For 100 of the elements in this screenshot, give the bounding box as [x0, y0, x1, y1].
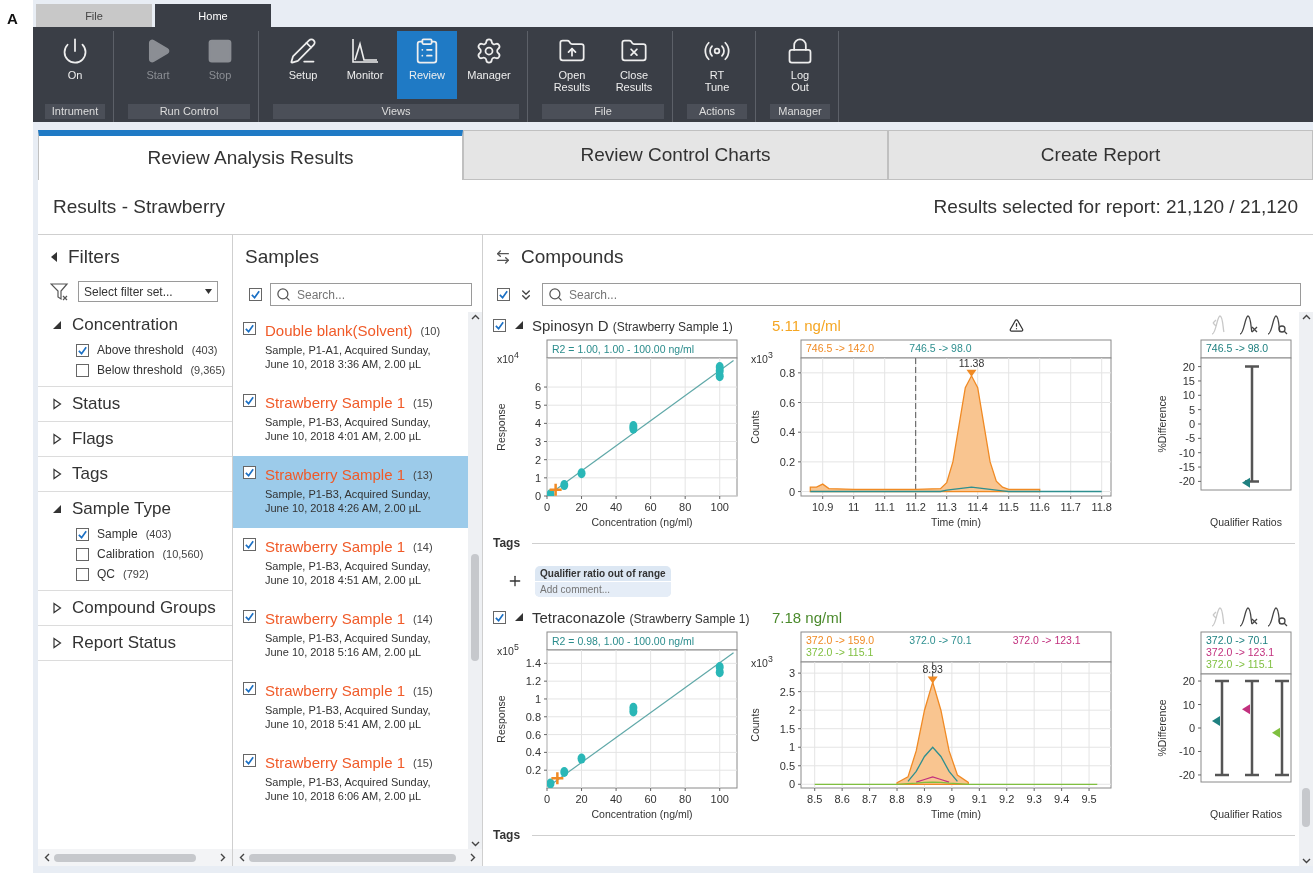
filter-section-header[interactable]: Status: [52, 394, 121, 414]
sample-list-item[interactable]: Strawberry Sample 1 (15) Sample, P1-B3, Acquired Sunday, June 10, 2018 4:01 AM, 2.00 µL: [233, 384, 468, 456]
scrollbar[interactable]: [468, 312, 482, 849]
checkbox[interactable]: [249, 288, 262, 301]
ribbon-tab[interactable]: File: [36, 4, 152, 27]
filter-section-header[interactable]: Concentration: [52, 315, 178, 335]
group-label: Manager: [770, 104, 830, 119]
data-point: [715, 661, 724, 672]
sample-list-item[interactable]: Strawberry Sample 1 (15) Sample, P1-B3, Acquired Sunday, June 10, 2018 6:06 AM, 2.00 µL: [233, 744, 468, 816]
expanded-triangle-icon[interactable]: [514, 320, 524, 330]
checkbox[interactable]: [76, 363, 89, 377]
scroll-down-icon[interactable]: [470, 841, 480, 847]
add-icon[interactable]: [507, 573, 523, 589]
checkbox[interactable]: [243, 682, 256, 695]
collapsed-triangle-icon[interactable]: [52, 398, 62, 410]
checkbox[interactable]: [76, 343, 89, 357]
ribbon-button[interactable]: Monitor: [335, 31, 395, 99]
scroll-right-icon[interactable]: [220, 853, 226, 862]
main-tab[interactable]: Create Report: [888, 130, 1313, 180]
collapsed-triangle-icon[interactable]: [52, 433, 62, 445]
sample-list-item[interactable]: Strawberry Sample 1 (15) Sample, P1-B3, Acquired Sunday, June 10, 2018 5:41 AM, 2.00 µL: [233, 672, 468, 744]
ribbon-button[interactable]: Manager: [459, 31, 519, 99]
legend-label: 372.0 -> 159.0: [806, 634, 874, 646]
ribbon-button[interactable]: Setup: [273, 31, 333, 99]
expanded-triangle-icon[interactable]: [52, 504, 62, 514]
filter-set-dropdown[interactable]: Select filter set...: [78, 281, 218, 302]
expanded-triangle-icon[interactable]: [52, 320, 62, 330]
main-tab[interactable]: Review Analysis Results: [38, 130, 463, 180]
tick-label: 0.4: [525, 746, 541, 759]
filter-section-header[interactable]: Report Status: [52, 633, 176, 653]
checkbox[interactable]: [243, 466, 256, 479]
filter-clear-icon[interactable]: [50, 281, 70, 302]
checkbox[interactable]: [243, 754, 256, 767]
swap-icon[interactable]: [495, 249, 511, 265]
filter-section-header[interactable]: Flags: [52, 429, 114, 449]
concentration-value: 7.18 ng/ml: [772, 608, 843, 626]
scroll-left-icon[interactable]: [44, 853, 50, 862]
option-label: Sample: [97, 527, 138, 541]
scrollbar[interactable]: [38, 849, 232, 866]
sample-list-item[interactable]: Strawberry Sample 1 (14) Sample, P1-B3, Acquired Sunday, June 10, 2018 4:51 AM, 2.00 µL: [233, 528, 468, 600]
tick-label: 0.8: [779, 366, 795, 379]
scroll-thumb[interactable]: [1302, 788, 1310, 828]
checkbox[interactable]: [243, 538, 256, 551]
collapsed-triangle-icon[interactable]: [52, 468, 62, 480]
ribbon-button[interactable]: Review: [397, 31, 457, 99]
scrollbar[interactable]: [233, 849, 482, 866]
scroll-left-icon[interactable]: [239, 853, 245, 862]
peak-search-icon[interactable]: [1267, 314, 1289, 336]
checkbox[interactable]: [76, 527, 89, 541]
comment-field[interactable]: Add comment...: [535, 580, 671, 597]
scroll-thumb[interactable]: [54, 853, 196, 862]
filter-section-header[interactable]: Tags: [52, 464, 108, 484]
peak-marker: [927, 676, 938, 684]
legend-label: 746.5 -> 142.0: [806, 342, 874, 354]
power-icon: [61, 37, 89, 65]
sample-list-item[interactable]: Strawberry Sample 1 (14) Sample, P1-B3, Acquired Sunday, June 10, 2018 5:16 AM, 2.00 µL: [233, 600, 468, 672]
tick-label: 11.6: [1029, 501, 1050, 513]
collapse-arrow-icon[interactable]: [50, 251, 58, 263]
scroll-right-icon[interactable]: [470, 853, 476, 862]
checkbox[interactable]: [243, 394, 256, 407]
collapsed-triangle-icon[interactable]: [52, 602, 62, 614]
search-field[interactable]: Search...: [542, 283, 1301, 306]
filter-section-header[interactable]: Compound Groups: [52, 598, 216, 618]
filter-section-header[interactable]: Sample Type: [52, 499, 171, 519]
checkbox[interactable]: [497, 288, 510, 301]
sample-count: (15): [413, 756, 433, 769]
ribbon-button[interactable]: Log Out: [770, 31, 830, 99]
legend-label: 746.5 -> 98.0: [1206, 342, 1269, 354]
peak-search-icon[interactable]: [1267, 606, 1289, 628]
main-tab[interactable]: Review Control Charts: [463, 130, 888, 180]
data-point: [577, 753, 586, 764]
checkbox[interactable]: [76, 567, 89, 581]
sample-list-item[interactable]: Strawberry Sample 1 (13) Sample, P1-B3, Acquired Sunday, June 10, 2018 4:26 AM, 2.00 µL: [233, 456, 468, 528]
ribbon-button[interactable]: On: [45, 31, 105, 99]
sample-name: Strawberry Sample 1: [265, 538, 406, 555]
tick-label: 15: [1182, 374, 1195, 387]
scrollbar[interactable]: [1299, 312, 1313, 866]
scroll-thumb[interactable]: [471, 553, 479, 662]
checkbox[interactable]: [243, 610, 256, 623]
checkbox[interactable]: [493, 610, 506, 624]
ribbon-tab[interactable]: Home: [155, 4, 271, 27]
scroll-down-icon[interactable]: [1301, 858, 1311, 864]
scroll-up-icon[interactable]: [1301, 314, 1311, 320]
checkbox[interactable]: [243, 322, 256, 335]
multiplier-label: x10$^{3}$: [751, 654, 773, 669]
collapsed-triangle-icon[interactable]: [52, 637, 62, 649]
checkbox[interactable]: [493, 318, 506, 332]
search-field[interactable]: Search...: [270, 283, 472, 306]
scroll-up-icon[interactable]: [470, 314, 480, 320]
ribbon-button[interactable]: RT Tune: [687, 31, 747, 99]
expanded-triangle-icon[interactable]: [514, 612, 524, 622]
tick-label: 5: [534, 399, 541, 412]
ribbon-button[interactable]: Open Results: [542, 31, 602, 99]
scroll-thumb[interactable]: [249, 853, 456, 862]
sample-list-item[interactable]: Double blank(Solvent) (10) Sample, P1-A1, Acquired Sunday, June 10, 2018 3:36 AM, 2.00 µL: [233, 312, 468, 384]
axis-label: Qualifier Ratios: [1210, 808, 1282, 820]
ribbon-button[interactable]: Close Results: [604, 31, 664, 99]
checkbox[interactable]: [76, 547, 89, 561]
axis-label: Response: [495, 695, 507, 743]
sample-count: (15): [413, 396, 433, 409]
